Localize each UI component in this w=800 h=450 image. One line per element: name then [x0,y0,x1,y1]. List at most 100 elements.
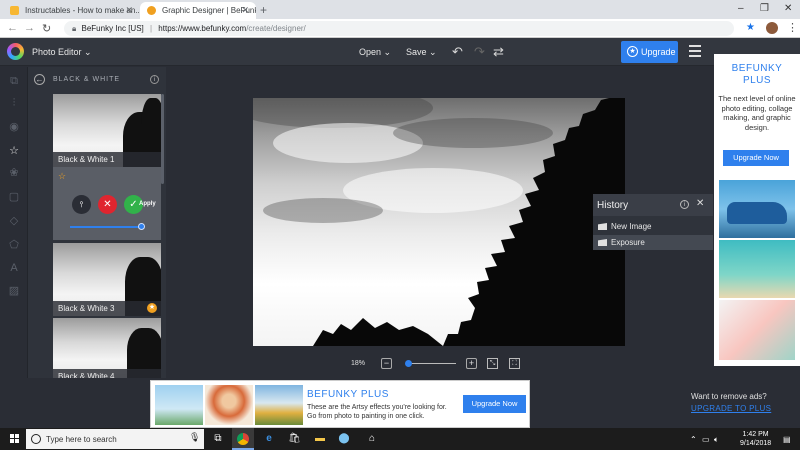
instructables-favicon-icon [10,6,19,15]
profile-avatar[interactable] [766,22,778,34]
chrome-icon[interactable] [237,433,249,445]
taskbar-search-input[interactable]: Type here to search [26,429,204,449]
befunky-favicon-icon [147,6,156,15]
back-arrow-icon[interactable]: ← [7,22,18,34]
open-button[interactable]: Open ⌄ [359,47,391,58]
app-title-label: Photo Editor [32,47,82,57]
volume-icon[interactable]: 🔈︎ [714,435,719,445]
clock-time: 1:42 PM [742,431,769,438]
close-tab-icon[interactable]: ✕ [125,5,133,16]
effect-thumbnail-bw4[interactable]: Black & White 4 [53,318,161,378]
amount-slider-handle[interactable] [138,223,145,230]
edge-icon[interactable]: e [263,433,275,445]
compare-icon[interactable]: ⇄ [493,44,504,60]
ad-photo-lighthouse[interactable] [155,385,203,425]
file-explorer-icon[interactable]: ▬ [314,433,326,445]
close-icon[interactable]: ✕ [696,198,704,209]
eye-icon[interactable]: ◉ [8,121,20,133]
panel-header: ← BLACK & WHITE i [28,73,166,89]
settings-sliders-icon[interactable]: ⫯ [72,195,91,214]
effect-thumbnail-bw3[interactable]: Black & White 3 ★ [53,243,161,316]
taskbar-clock[interactable]: 1:42 PM 9/14/2018 [740,430,771,448]
reload-icon[interactable]: ↻ [42,22,51,35]
url-host: https://www.befunky.com [158,24,247,33]
side-ad-title: BEFUNKY PLUS [731,63,783,86]
panel-scrollbar[interactable] [161,94,164,184]
close-tab-icon[interactable]: ✕ [241,5,249,16]
bottom-ad-text: These are the Artsy effects you're looki… [307,404,447,420]
ad-photo-road[interactable] [255,385,303,425]
microphone-icon[interactable]: 🎙︎ [189,432,200,443]
favorite-star-icon[interactable]: ☆ [58,171,66,182]
windows-start-icon[interactable] [10,434,20,444]
panel-title: BLACK & WHITE [53,76,121,83]
info-icon[interactable]: i [150,75,159,84]
graphics-icon[interactable]: ⬠ [8,239,20,251]
browser-tab-instructables[interactable]: Instructables - How to make an... ✕ [3,2,140,19]
tray-chevron-icon[interactable]: ⌃ [690,435,697,444]
amount-slider[interactable] [70,226,142,228]
text-icon[interactable]: A [8,262,20,274]
steam-icon[interactable]: ⬤ [338,433,350,445]
address-bar: ← → ↻ 🔒︎ BeFunky Inc [US] | https://www.… [0,19,800,38]
side-ad-upgrade-button[interactable]: Upgrade Now [723,150,789,166]
befunky-logo-icon[interactable] [7,43,24,60]
url-field[interactable]: 🔒︎ BeFunky Inc [US] | https://www.befunk… [64,21,734,36]
back-icon[interactable]: ← [34,74,45,85]
history-item[interactable]: Exposure [593,235,713,250]
ad-photo-beach[interactable] [719,240,795,298]
forward-arrow-icon[interactable]: → [24,22,35,34]
upgrade-to-plus-link[interactable]: UPGRADE TO PLUS [691,404,771,413]
minimize-icon[interactable]: – [738,3,744,14]
hamburger-menu-icon[interactable] [689,45,701,60]
effect-label: Black & White 4 [53,369,161,378]
save-label: Save [406,47,427,57]
photo-editor-menu[interactable]: Photo Editor ⌄ [32,47,92,58]
ad-photo-car[interactable] [719,180,795,238]
effect-thumbnail-bw1[interactable]: Black & White 1 [53,94,161,167]
zoom-in-icon[interactable]: + [466,358,477,369]
notifications-icon[interactable]: ▤ [783,435,791,444]
task-view-icon[interactable]: ⧉ [212,433,224,445]
zoom-bar: 18% − + ⤡ ⛶ [351,356,531,374]
texture-icon[interactable]: ▨ [8,285,20,297]
apply-label[interactable]: Apply [139,201,156,207]
upgrade-button[interactable]: ★ Upgrade [621,41,678,63]
crop-icon[interactable]: ⧉ [8,75,20,87]
history-item[interactable]: New Image [593,219,713,234]
close-window-icon[interactable]: ✕ [784,3,792,14]
effects-star-icon[interactable]: ☆ [8,145,20,157]
new-tab-icon[interactable]: + [260,3,267,17]
browser-tab-befunky[interactable]: Graphic Designer | BeFunky: Free... ✕ [140,2,256,19]
lock-icon: 🔒︎ [72,24,77,33]
bookmark-star-icon[interactable]: ★ [746,22,755,33]
save-button[interactable]: Save ⌄ [406,47,437,58]
adjust-icon[interactable]: ⫶ [8,97,20,109]
bottom-ad-upgrade-button[interactable]: Upgrade Now [463,395,526,413]
browser-tab-strip: Instructables - How to make an... ✕ Grap… [0,0,800,19]
bottom-ad-title: BEFUNKY PLUS [307,389,389,400]
upgrade-label: Upgrade [641,47,676,57]
overlay-icon[interactable]: ◇ [8,215,20,227]
frame-icon[interactable]: ▢ [8,191,20,203]
zoom-out-icon[interactable]: − [381,358,392,369]
ad-photo-collage[interactable] [719,300,795,360]
info-icon[interactable]: i [680,200,689,209]
zoom-slider[interactable] [407,363,456,364]
photo-canvas[interactable] [253,98,625,346]
maximize-icon[interactable]: ❐ [760,3,769,14]
undo-icon[interactable]: ↶ [452,44,463,60]
browser-menu-icon[interactable]: ⋮ [787,21,798,34]
history-step-icon [598,223,607,230]
artsy-icon[interactable]: ❀ [8,167,20,179]
store-icon[interactable]: 🛍︎ [288,433,301,445]
cancel-icon[interactable]: ✕ [98,195,117,214]
zoom-slider-handle[interactable] [405,360,412,367]
home-app-icon[interactable]: ⌂ [366,433,378,445]
actual-size-icon[interactable]: ⤡ [487,358,498,369]
fit-to-screen-icon[interactable]: ⛶ [509,358,520,369]
redo-icon[interactable]: ↷ [474,44,485,60]
network-icon[interactable]: ▭ [702,435,710,444]
ad-photo-portrait[interactable] [205,385,253,425]
clock-date: 9/14/2018 [740,440,772,447]
